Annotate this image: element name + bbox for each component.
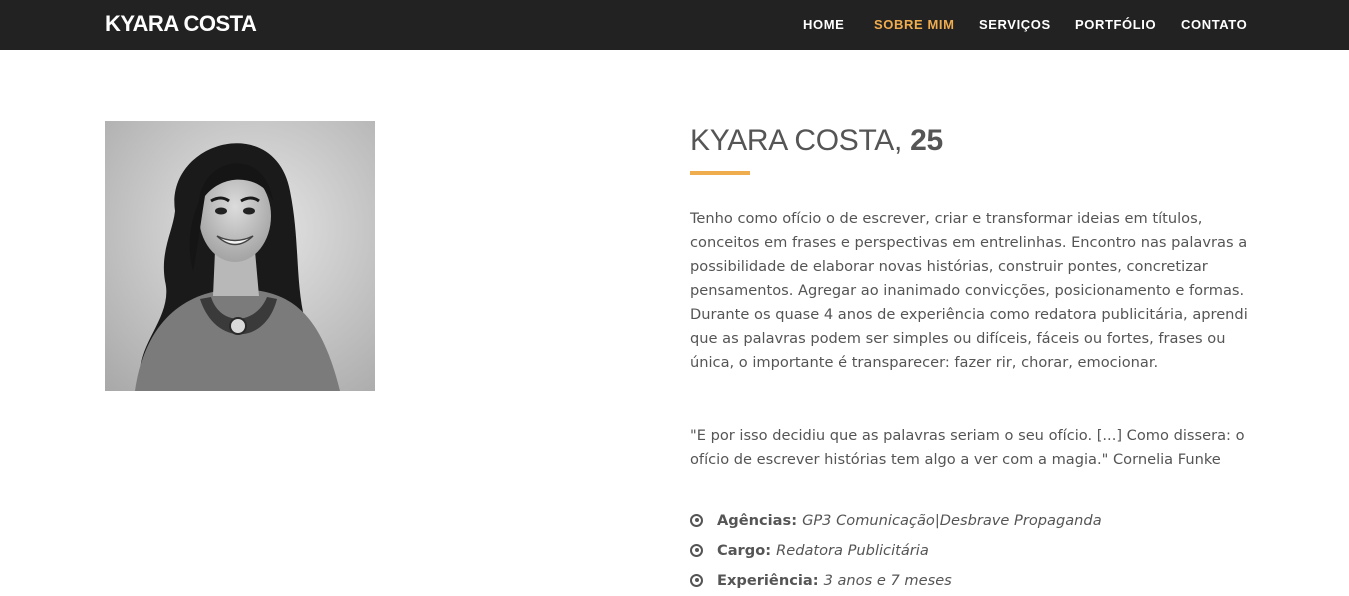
portrait-image <box>105 121 375 391</box>
title-underline <box>690 171 750 175</box>
nav-item-home[interactable]: HOME <box>803 17 844 32</box>
nav-item-servicos[interactable]: SERVIÇOS <box>979 17 1051 32</box>
navbar: KYARA COSTA HOME SOBRE MIM SERVIÇOS PORT… <box>0 0 1349 50</box>
dot-circle-icon <box>690 573 703 587</box>
profile-age: 25 <box>910 124 943 157</box>
dot-circle-icon <box>690 513 703 527</box>
detail-value: Redatora Publicitária <box>776 541 929 559</box>
nav-item-sobre-mim[interactable]: SOBRE MIM <box>874 17 955 32</box>
dot-circle-icon <box>690 543 703 557</box>
detail-value: 3 anos e 7 meses <box>823 571 952 589</box>
quote-paragraph: "E por isso decidiu que as palavras seri… <box>690 427 1245 468</box>
nav-item-portfolio[interactable]: PORTFÓLIO <box>1075 17 1156 32</box>
detail-item-experiencia: Experiência: 3 anos e 7 meses <box>690 565 1102 595</box>
profile-title: KYARA COSTA, 25 <box>690 124 943 158</box>
profile-photo <box>105 121 375 391</box>
bio-paragraph: Tenho como ofício o de escrever, criar e… <box>690 210 1248 371</box>
detail-item-agencias: Agências: GP3 Comunicação|Desbrave Propa… <box>690 505 1102 535</box>
profile-name: KYARA COSTA, <box>690 124 903 157</box>
brand-logo[interactable]: KYARA COSTA <box>105 11 257 37</box>
detail-item-cargo: Cargo: Redatora Publicitária <box>690 535 1102 565</box>
detail-value: GP3 Comunicação|Desbrave Propaganda <box>802 511 1102 529</box>
profile-details-list: Agências: GP3 Comunicação|Desbrave Propa… <box>690 505 1102 595</box>
nav-item-contato[interactable]: CONTATO <box>1181 17 1247 32</box>
detail-label: Cargo: <box>717 541 772 559</box>
detail-label: Agências: <box>717 511 798 529</box>
detail-label: Experiência: <box>717 571 819 589</box>
